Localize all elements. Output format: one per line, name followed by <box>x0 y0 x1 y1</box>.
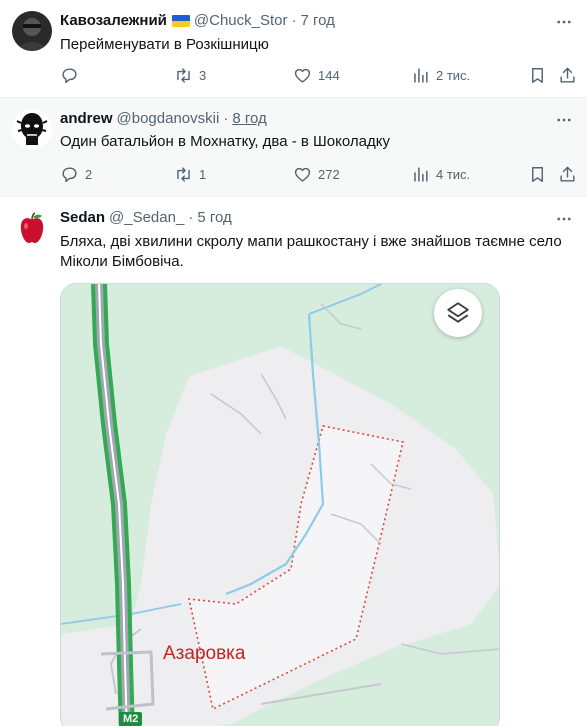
heart-icon <box>294 167 311 182</box>
author-name[interactable]: Sedan <box>60 208 105 228</box>
like-button[interactable]: 144 <box>293 66 340 85</box>
timestamp[interactable]: 8 год <box>232 109 266 129</box>
timestamp[interactable]: 7 год <box>301 11 335 31</box>
map-canvas <box>61 284 499 726</box>
avatar[interactable] <box>12 11 52 51</box>
reply-button[interactable] <box>60 66 85 85</box>
tweet[interactable]: Sedan @_Sedan_ · 5 год Бляха, дві хвилин… <box>0 197 587 726</box>
author-handle[interactable]: @bogdanovskii <box>117 109 220 129</box>
retweet-button[interactable]: 3 <box>174 66 206 85</box>
bookmark-icon <box>532 167 543 182</box>
separator-dot: · <box>223 110 229 127</box>
share-icon <box>560 67 575 83</box>
map-place-label: Азаровка <box>163 643 246 664</box>
reply-count: 2 <box>85 167 93 182</box>
views-button[interactable]: 2 тис. <box>411 66 470 85</box>
layers-icon <box>447 302 469 323</box>
timestamp[interactable]: 5 год <box>197 208 231 228</box>
retweet-count: 1 <box>199 167 207 182</box>
views-count: 2 тис. <box>436 68 471 83</box>
ukraine-flag-icon <box>171 15 190 27</box>
more-icon[interactable] <box>555 210 573 228</box>
action-bar: 3 144 2 тис. <box>60 66 575 86</box>
reply-button[interactable]: 2 <box>60 165 92 184</box>
author-handle[interactable]: @Chuck_Stor <box>194 11 288 31</box>
reply-icon <box>62 68 77 84</box>
retweet-count: 3 <box>199 68 207 83</box>
views-button[interactable]: 4 тис. <box>411 165 470 184</box>
map-image[interactable]: Азаровка M2 <box>60 283 500 726</box>
reply-icon <box>62 167 77 183</box>
tweet[interactable]: andrew @bogdanovskii · 8 год Один баталь… <box>0 98 587 197</box>
separator-dot: · <box>291 12 297 29</box>
author-name[interactable]: andrew <box>60 109 113 129</box>
heart-icon <box>294 68 311 83</box>
more-icon[interactable] <box>555 111 573 129</box>
views-icon <box>414 167 428 182</box>
like-count: 144 <box>318 68 340 83</box>
share-icon <box>560 166 575 182</box>
action-bar: 2 1 272 4 тис. <box>60 165 575 185</box>
share-button[interactable] <box>558 165 577 184</box>
tweet[interactable]: Кавозалежний @Chuck_Stor · 7 год Перейме… <box>0 0 587 98</box>
author-name[interactable]: Кавозалежний <box>60 11 167 31</box>
retweet-button[interactable]: 1 <box>174 165 206 184</box>
views-icon <box>414 68 428 83</box>
like-button[interactable]: 272 <box>293 165 340 184</box>
more-icon[interactable] <box>555 13 573 31</box>
tweet-text: Перейменувати в Розкішницю <box>60 36 269 53</box>
like-count: 272 <box>318 167 340 182</box>
author-handle[interactable]: @_Sedan_ <box>109 208 184 228</box>
retweet-icon <box>177 68 190 83</box>
avatar[interactable] <box>12 208 52 248</box>
tweet-text: Бляха, дві хвилини скролу мапи рашкостан… <box>60 233 562 270</box>
views-count: 4 тис. <box>436 167 471 182</box>
road-label: M2 <box>119 712 143 726</box>
retweet-icon <box>177 167 190 182</box>
bookmark-button[interactable] <box>528 165 547 184</box>
separator-dot: · <box>188 209 194 226</box>
bookmark-icon <box>532 68 543 83</box>
share-button[interactable] <box>558 66 577 85</box>
avatar[interactable] <box>12 109 52 149</box>
bookmark-button[interactable] <box>528 66 547 85</box>
tweet-text: Один батальйон в Мохнатку, два - в Шокол… <box>60 133 390 150</box>
layers-button[interactable] <box>434 289 482 337</box>
